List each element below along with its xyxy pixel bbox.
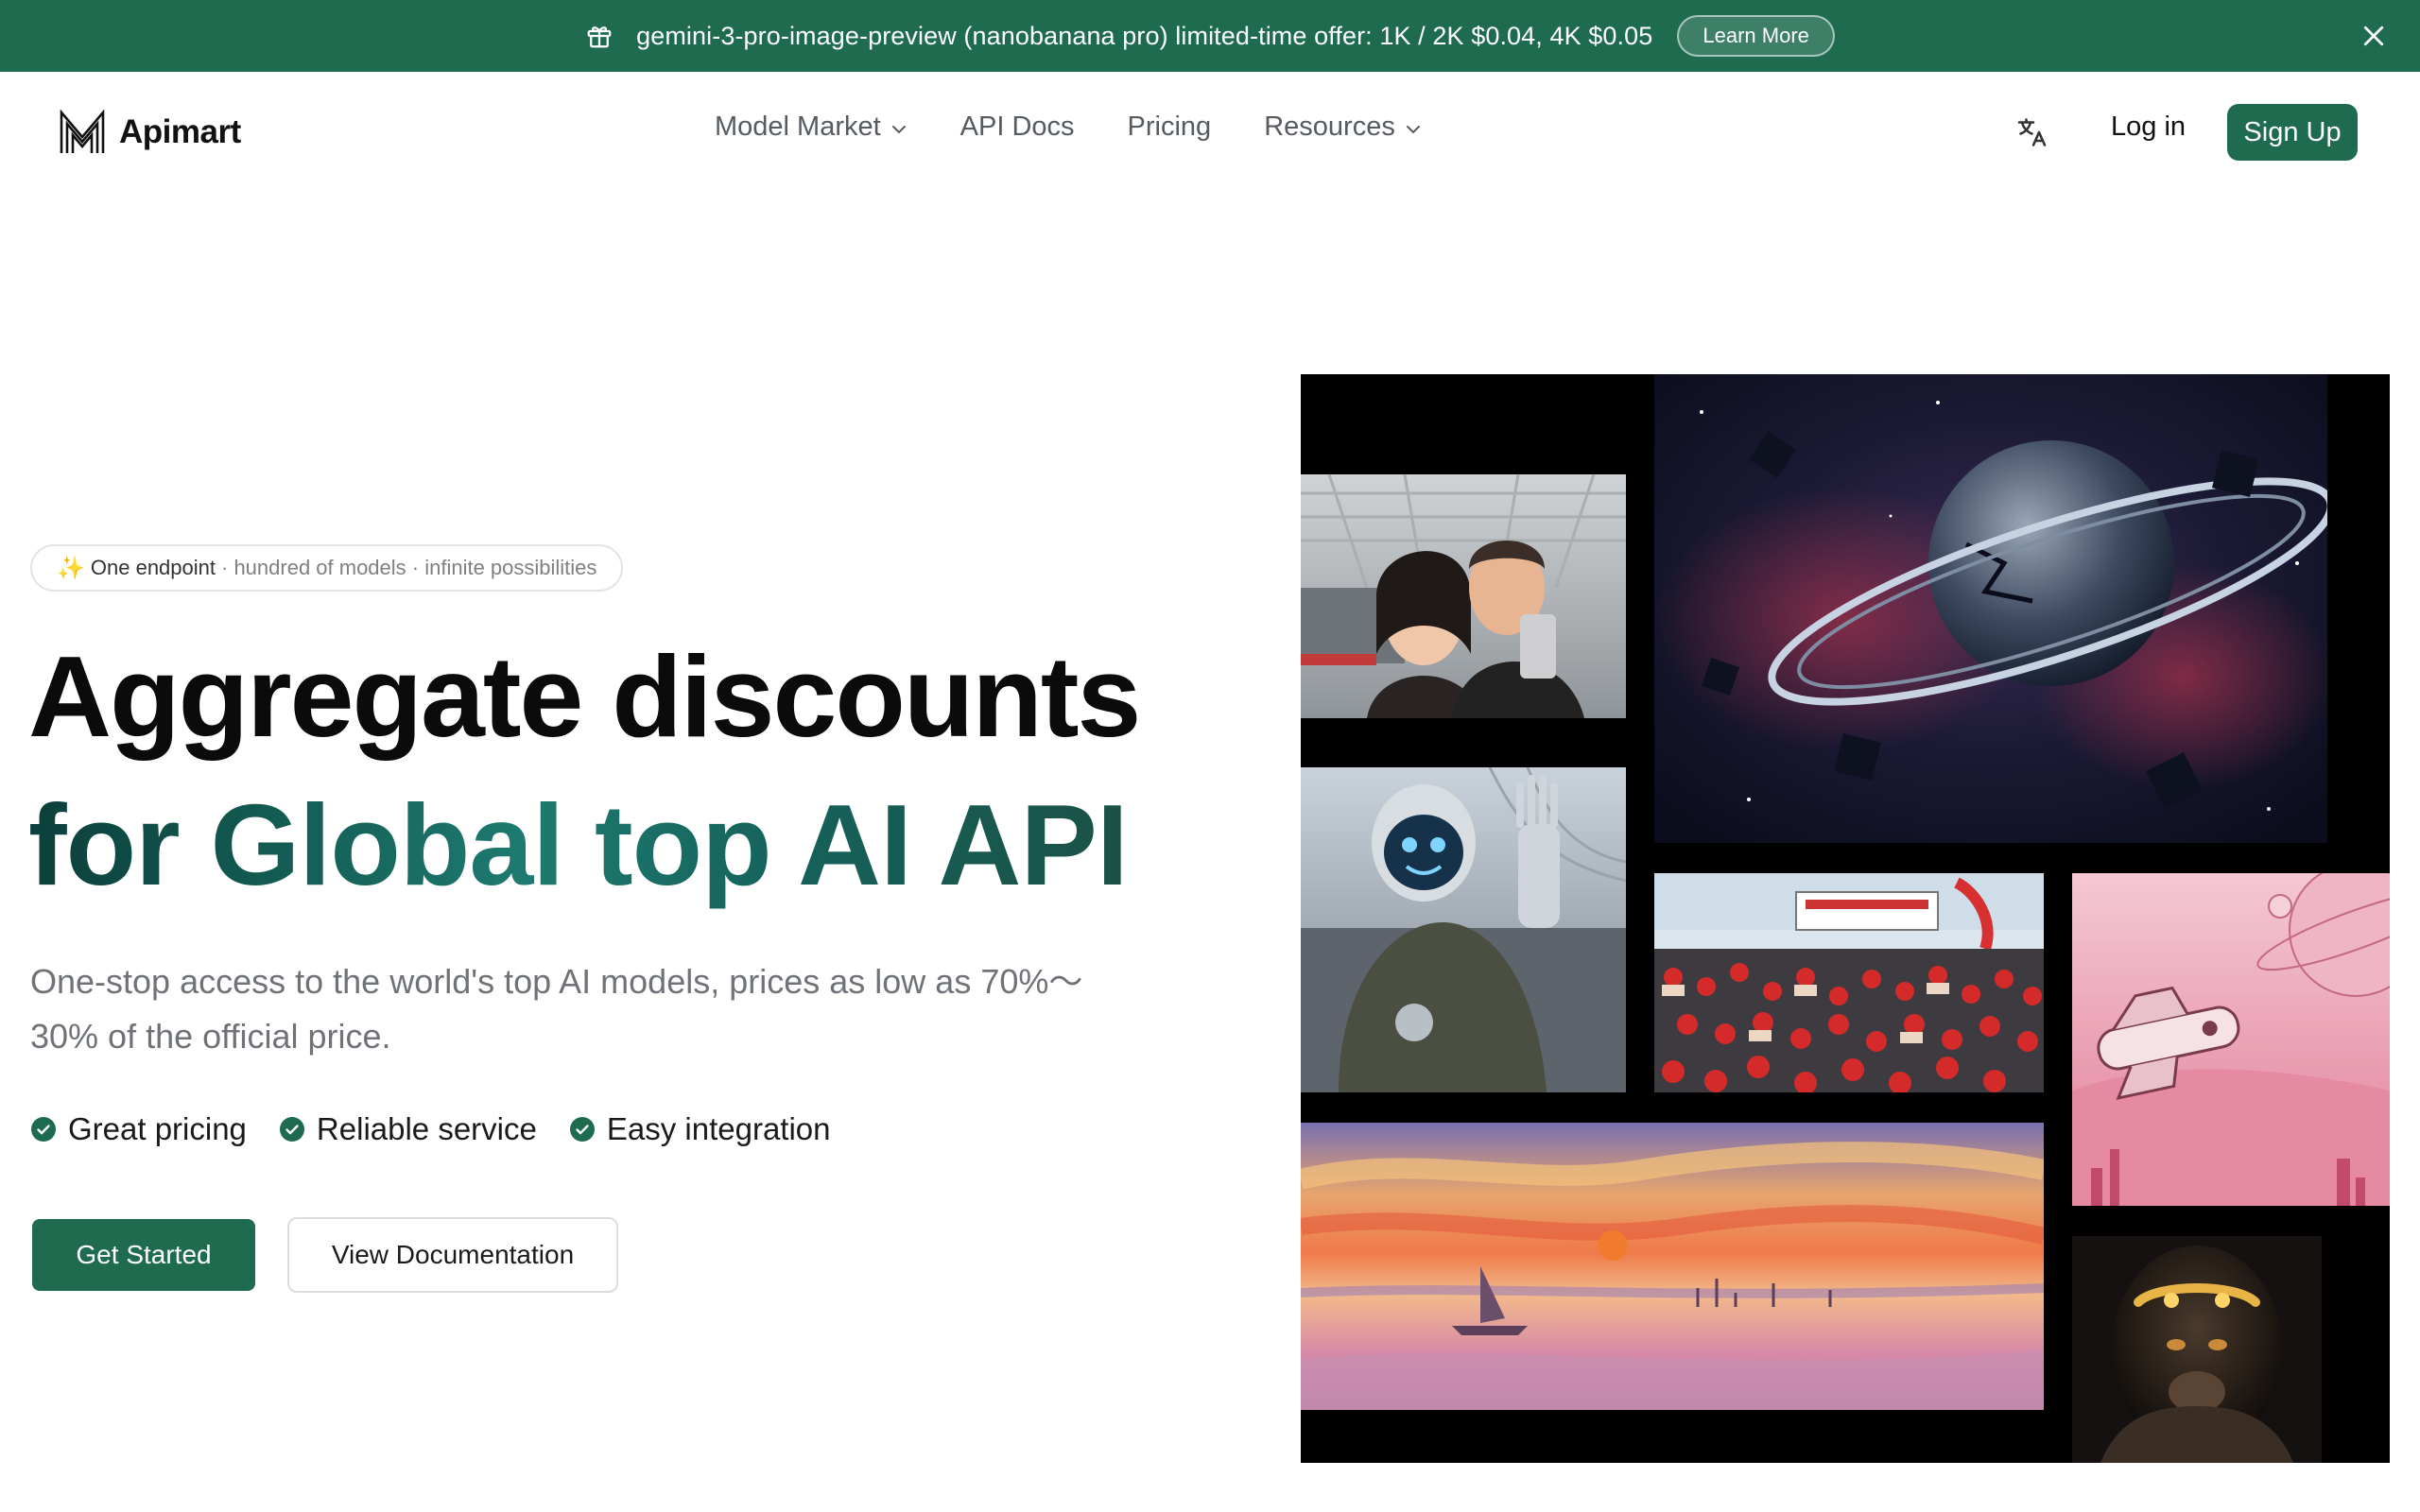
promo-banner: gemini-3-pro-image-preview (nanobanana p… xyxy=(0,0,2420,72)
check-circle-icon xyxy=(279,1117,304,1142)
learn-more-button[interactable]: Learn More xyxy=(1677,15,1835,57)
nav-links: Model Market API Docs Pricing Resources xyxy=(715,112,1422,143)
gallery-image-pink-planet xyxy=(2072,873,2390,1206)
feature-label: Reliable service xyxy=(316,1111,537,1146)
view-documentation-button[interactable]: View Documentation xyxy=(287,1217,618,1293)
nav-resources-label: Resources xyxy=(1264,112,1395,142)
check-circle-icon xyxy=(31,1117,56,1142)
promo-content: gemini-3-pro-image-preview (nanobanana p… xyxy=(585,15,1835,57)
gift-icon xyxy=(587,26,612,48)
login-link[interactable]: Log in xyxy=(2111,112,2186,143)
apimart-logo-icon xyxy=(60,110,105,153)
sparkles-icon: ✨ xyxy=(57,555,85,581)
close-icon[interactable] xyxy=(2360,22,2388,50)
gallery-image-monkey-king xyxy=(2072,1236,2322,1463)
hero-title-line2: for Global top AI API xyxy=(28,781,1129,909)
feature-item: Reliable service xyxy=(279,1111,537,1147)
feature-label: Great pricing xyxy=(68,1111,247,1146)
hero-title-line1: Aggregate discounts xyxy=(28,632,1141,761)
tagline-rest: · hundred of models · infinite possibili… xyxy=(221,556,597,579)
brand-logo[interactable]: Apimart xyxy=(59,110,241,155)
nav-model-market-label: Model Market xyxy=(715,112,881,142)
get-started-button[interactable]: Get Started xyxy=(32,1219,255,1291)
hero-subtitle: One-stop access to the world's top AI mo… xyxy=(30,962,1083,1056)
signup-button[interactable]: Sign Up xyxy=(2227,104,2358,161)
gallery-image-robot xyxy=(1301,767,1626,1092)
tagline-strong: One endpoint xyxy=(90,556,216,579)
brand-name: Apimart xyxy=(119,113,241,150)
feature-item: Great pricing xyxy=(30,1111,247,1147)
feature-label: Easy integration xyxy=(606,1111,831,1146)
gallery-image-watercolor-sunset xyxy=(1301,1123,2044,1410)
nav-api-docs-label: API Docs xyxy=(959,112,1075,142)
nav-api-docs[interactable]: API Docs xyxy=(960,112,1075,143)
showcase-gallery xyxy=(1301,374,2390,1463)
gallery-image-selfie xyxy=(1301,474,1626,718)
nav-model-market[interactable]: Model Market xyxy=(715,112,908,143)
gallery-image-lobster-market xyxy=(1654,873,2044,1092)
chevron-down-icon xyxy=(891,125,906,133)
check-circle-icon xyxy=(569,1117,595,1142)
promo-text: gemini-3-pro-image-preview (nanobanana p… xyxy=(636,21,1653,50)
top-navigation: Apimart Model Market API Docs Pricing Re… xyxy=(0,72,2420,187)
nav-resources[interactable]: Resources xyxy=(1264,112,1422,143)
gallery-image-planet xyxy=(1654,374,2327,843)
tagline-chip: ✨ One endpoint · hundred of models · inf… xyxy=(30,544,624,592)
feature-list: Great pricing Reliable service Easy inte… xyxy=(30,1111,863,1147)
chevron-down-icon xyxy=(1406,125,1420,133)
translate-icon[interactable] xyxy=(2016,115,2050,149)
nav-pricing-label: Pricing xyxy=(1127,112,1212,142)
feature-item: Easy integration xyxy=(569,1111,831,1147)
nav-pricing[interactable]: Pricing xyxy=(1128,112,1212,143)
